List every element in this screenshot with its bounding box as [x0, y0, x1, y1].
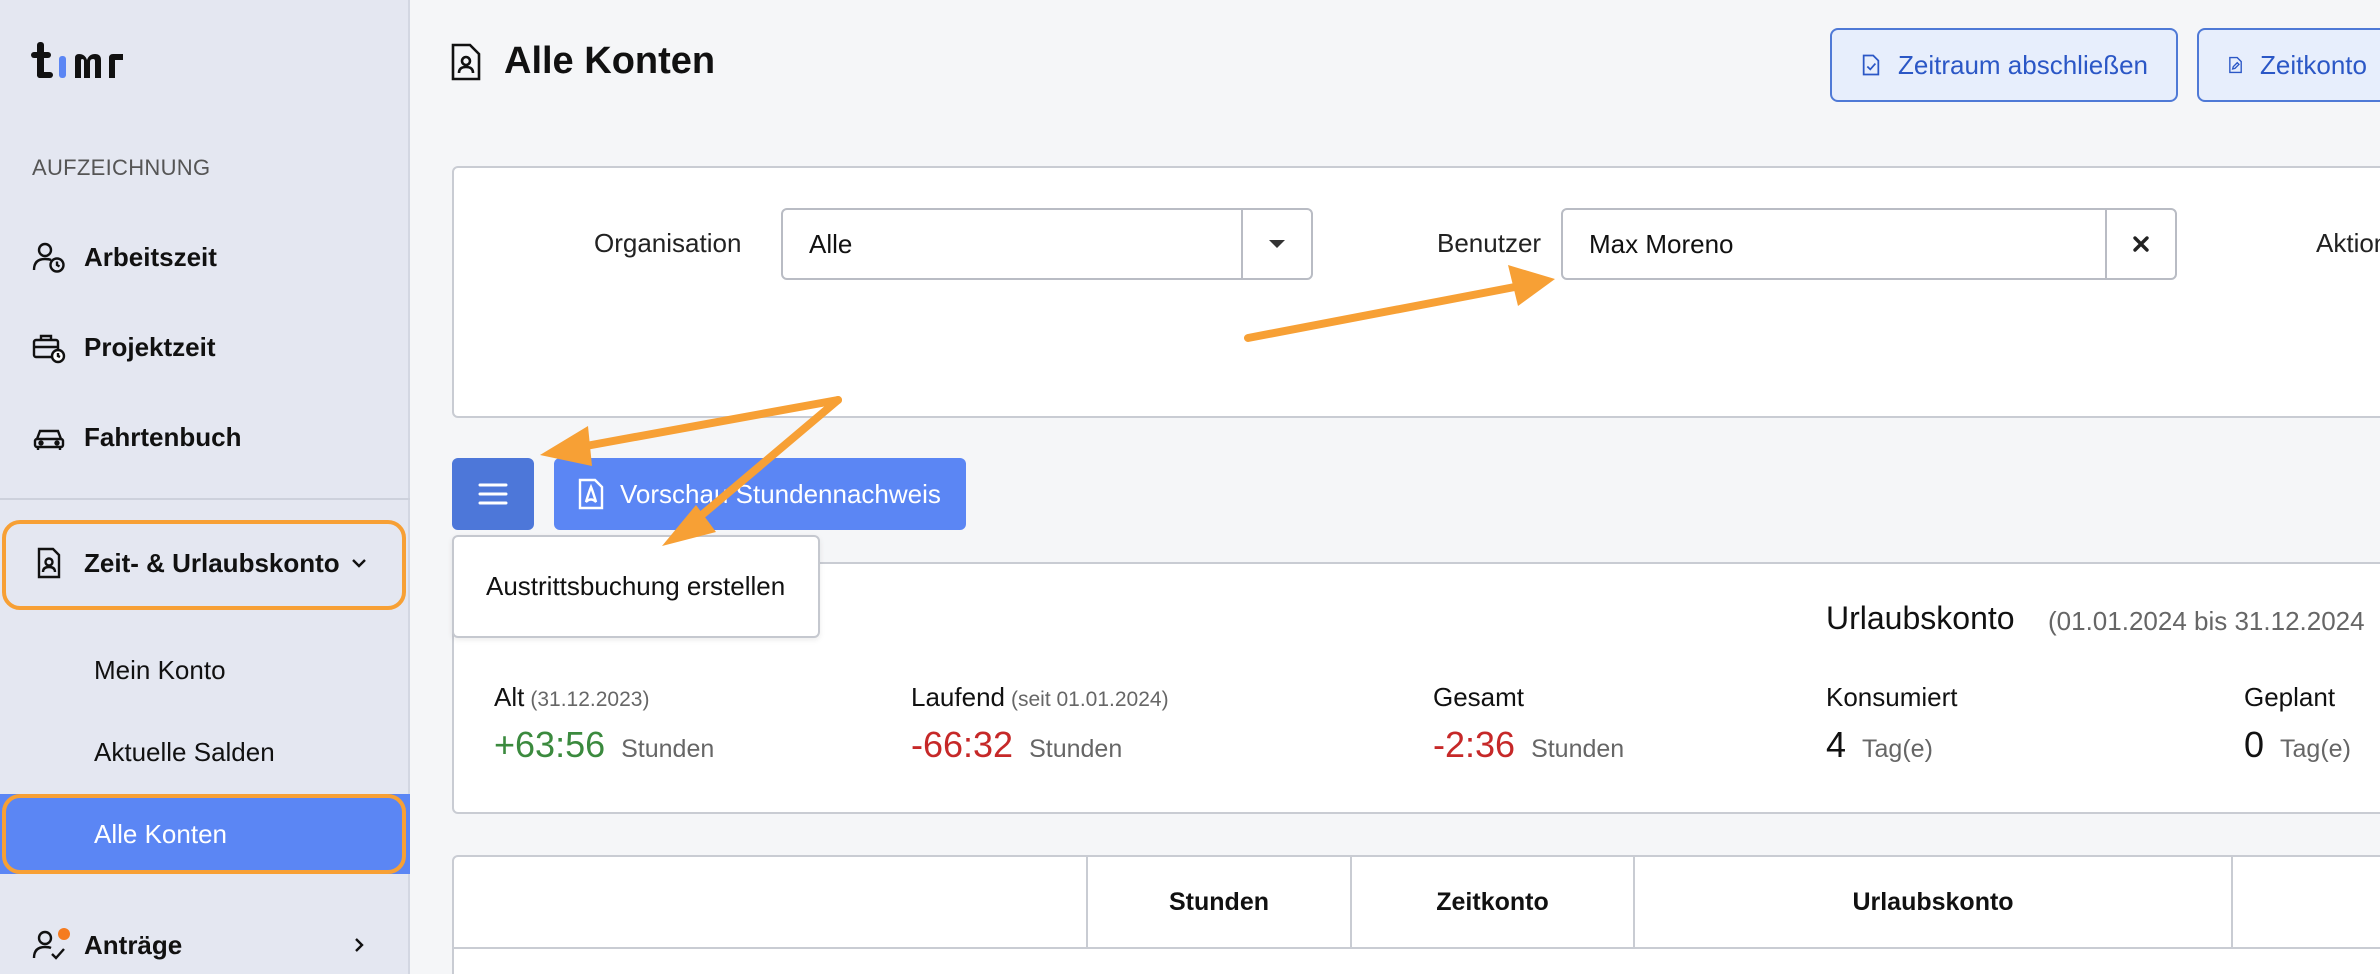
urlaubskonto-title: Urlaubskonto — [1826, 600, 2015, 636]
metric-value-text: 0 — [2244, 724, 2265, 765]
metric-value-text: -66:32 — [911, 724, 1014, 765]
sidebar-item-label: Arbeitszeit — [84, 241, 217, 272]
notification-dot — [58, 928, 70, 940]
metric-gesamt-label: Gesamt — [1433, 682, 1524, 713]
sidebar-divider — [0, 498, 410, 500]
time-account-label: Zeitkonto — [2260, 49, 2367, 80]
sidebar-item-label: Projektzeit — [84, 331, 216, 362]
metric-label-text: Laufend — [911, 682, 1005, 712]
accounts-table: Stunden Zeitkonto Urlaubskonto — [452, 855, 2380, 974]
user-clock-icon — [32, 240, 66, 274]
car-icon — [32, 420, 66, 454]
close-icon — [2133, 236, 2149, 252]
menu-button[interactable] — [452, 458, 534, 530]
table-header-empty — [454, 857, 1088, 947]
sidebar-item-arbeitszeit[interactable]: Arbeitszeit — [0, 212, 410, 302]
preview-timesheet-label: Vorschau Stundennachweis — [620, 478, 941, 509]
organisation-value: Alle — [809, 228, 853, 259]
section-label-aufzeichnung: AUFZEICHNUNG — [32, 155, 211, 180]
briefcase-clock-icon — [32, 330, 66, 364]
pdf-file-icon — [578, 478, 604, 510]
metric-konsumiert-label: Konsumiert — [1826, 682, 1958, 713]
aktion-label: Aktion — [2316, 228, 2380, 258]
document-edit-icon — [2229, 56, 2242, 74]
preview-timesheet-button[interactable]: Vorschau Stundennachweis — [554, 458, 966, 530]
sidebar-item-alle-konten[interactable]: Alle Konten — [0, 794, 410, 874]
sidebar-item-label: Fahrtenbuch — [84, 421, 242, 452]
metric-gesamt-value: -2:36 Stunden — [1433, 724, 1624, 766]
metric-value-text: +63:56 — [494, 724, 606, 765]
metric-value-text: -2:36 — [1433, 724, 1516, 765]
table-header-urlaubskonto[interactable]: Urlaubskonto — [1635, 857, 2233, 947]
metric-alt-label: Alt (31.12.2023) — [494, 682, 649, 713]
page-header: Alle Konten — [450, 40, 715, 83]
metric-unit: Tag(e) — [1862, 735, 1933, 763]
metric-label-text: Konsumiert — [1826, 682, 1958, 712]
caret-down-icon — [1269, 240, 1285, 248]
sidebar-item-label: Zeit- & Urlaubskonto — [84, 547, 340, 578]
document-user-icon — [451, 43, 481, 80]
sidebar-item-mein-konto[interactable]: Mein Konto — [0, 630, 410, 710]
metric-unit: Tag(e) — [2280, 735, 2351, 763]
filter-card — [452, 166, 2380, 418]
table-header-divider — [454, 947, 2380, 949]
urlaubskonto-range: (01.01.2024 bis 31.12.2024 — [2048, 606, 2365, 636]
timr-logo[interactable] — [31, 34, 161, 94]
metric-unit: Stunden — [621, 735, 715, 763]
hamburger-icon — [478, 483, 508, 505]
metric-label-text: Geplant — [2244, 682, 2336, 712]
table-header-zeitkonto[interactable]: Zeitkonto — [1352, 857, 1635, 947]
metric-note: (31.12.2023) — [530, 688, 650, 711]
metric-label-text: Alt — [494, 682, 525, 712]
sidebar-item-zeit-urlaubskonto[interactable]: Zeit- & Urlaubskonto — [0, 518, 410, 608]
benutzer-label: Benutzer — [1437, 228, 1542, 258]
sidebar: AUFZEICHNUNG Arbeitszeit Projektzeit Fah… — [0, 0, 410, 974]
metric-alt-value: +63:56 Stunden — [494, 724, 714, 766]
metric-label-text: Gesamt — [1433, 682, 1525, 712]
page-title: Alle Konten — [504, 40, 716, 82]
close-period-button[interactable]: Zeitraum abschließen — [1830, 28, 2178, 102]
document-check-icon — [1862, 54, 1880, 76]
document-user-icon — [32, 546, 66, 580]
metric-unit: Stunden — [1531, 735, 1625, 763]
clear-button[interactable] — [2105, 210, 2175, 278]
sidebar-item-projektzeit[interactable]: Projektzeit — [0, 302, 410, 392]
organisation-select[interactable]: Alle — [781, 208, 1313, 280]
sidebar-item-aktuelle-salden[interactable]: Aktuelle Salden — [0, 712, 410, 792]
sidebar-item-antraege[interactable]: Anträge — [0, 900, 410, 974]
user-check-icon — [32, 928, 70, 962]
metric-konsumiert-value: 4 Tag(e) — [1826, 724, 1933, 766]
time-account-button[interactable]: Zeitkonto — [2197, 28, 2380, 102]
table-header-stunden[interactable]: Stunden — [1088, 857, 1352, 947]
metric-note: (seit 01.01.2024) — [1010, 688, 1169, 711]
benutzer-value: Max Moreno — [1589, 228, 1734, 259]
chevron-down-icon — [352, 559, 366, 568]
organisation-label: Organisation — [594, 228, 742, 258]
metric-geplant-label: Geplant — [2244, 682, 2335, 713]
metric-geplant-value: 0 Tag(e) — [2244, 724, 2351, 766]
sidebar-item-fahrtenbuch[interactable]: Fahrtenbuch — [0, 392, 410, 482]
benutzer-select[interactable]: Max Moreno — [1561, 208, 2177, 280]
close-period-label: Zeitraum abschließen — [1898, 49, 2148, 80]
metric-value-text: 4 — [1826, 724, 1847, 765]
metric-laufend-label: Laufend (seit 01.01.2024) — [911, 682, 1169, 713]
dropdown-toggle[interactable] — [1241, 210, 1311, 278]
metric-laufend-value: -66:32 Stunden — [911, 724, 1122, 766]
metric-unit: Stunden — [1029, 735, 1123, 763]
chevron-right-icon — [355, 938, 364, 952]
dropdown-item-austrittsbuchung[interactable]: Austrittsbuchung erstellen — [452, 535, 820, 638]
sidebar-item-label: Anträge — [84, 929, 183, 960]
